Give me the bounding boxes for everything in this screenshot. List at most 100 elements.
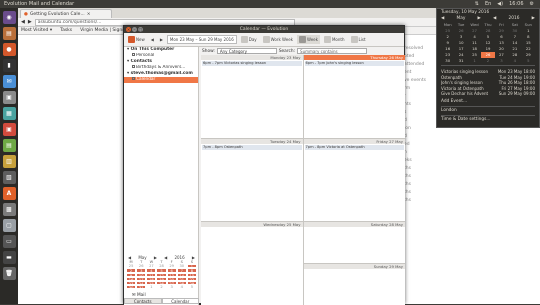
list-icon <box>350 36 358 43</box>
page-list-item: d <box>404 118 407 123</box>
app15-launcher-icon[interactable]: ▭ <box>2 235 16 248</box>
day-header: Wednesday 25 May <box>201 222 303 228</box>
firefox-launcher-icon[interactable]: ● <box>2 43 16 56</box>
app7-launcher-icon[interactable]: ▦ <box>2 107 16 120</box>
calendar-source-label: Personal <box>136 53 155 58</box>
trash-launcher-icon[interactable]: 🗑 <box>2 267 16 280</box>
calendar-event[interactable]: 6pm - 7pm John's singing lesson <box>304 61 404 66</box>
bookmark-1[interactable]: Tasks <box>60 28 72 33</box>
app12-launcher-icon[interactable]: A <box>2 187 16 200</box>
volume-icon[interactable]: ◀) <box>497 1 503 7</box>
day-header: Saturday 28 May <box>303 222 405 228</box>
app9-launcher-icon[interactable]: ▤ <box>2 139 16 152</box>
new-button[interactable]: New <box>126 35 147 44</box>
category-select[interactable]: Any Category <box>216 48 277 54</box>
page-list-item: ths <box>404 190 411 195</box>
app13-launcher-icon[interactable]: ▩ <box>2 203 16 216</box>
files-launcher-icon[interactable]: ▤ <box>2 27 16 40</box>
calendar-checkbox[interactable] <box>132 65 135 68</box>
keyboard-icon[interactable]: En <box>485 1 491 7</box>
day-cell[interactable]: Saturday 28 May <box>303 222 405 264</box>
indicator-day[interactable]: 1 <box>468 58 481 64</box>
calendar-tab[interactable]: Calendar <box>161 298 199 304</box>
calendar-group-label: steve.thomas@gmail.com <box>130 71 193 76</box>
location-item: London <box>441 107 457 113</box>
calendar-group-label: Contacts <box>130 59 152 64</box>
day-cell[interactable]: Monday 23 May 6pm - 7pm Victorias singing… <box>201 55 303 138</box>
terminal-launcher-icon[interactable]: ▮ <box>2 59 16 72</box>
indicator-event-name: Give Dechar his Advent <box>441 91 489 96</box>
app6-launcher-icon[interactable]: ▣ <box>2 91 16 104</box>
network-icon[interactable]: ⇅ <box>475 1 479 7</box>
mini-cal-day[interactable]: 2 <box>156 285 166 289</box>
close-window-icon[interactable]: × <box>126 27 131 32</box>
mini-cal-day[interactable]: 5 <box>187 285 197 289</box>
close-icon[interactable]: × <box>87 12 91 17</box>
page-list-item: rm <box>404 86 411 91</box>
show-label: Show: <box>202 48 215 54</box>
forward-button[interactable]: ▶ <box>158 36 165 43</box>
month-button[interactable]: Month <box>322 35 347 44</box>
search-input[interactable]: Summary contains <box>297 48 368 54</box>
indicator-event-item[interactable]: Give Dechar his Advent Sun 29 May 09:00 <box>441 91 535 97</box>
browser-tab[interactable]: ● Getting Evolution Cale... × <box>20 9 112 18</box>
list-button[interactable]: List <box>349 35 368 44</box>
indicator-day[interactable]: 3 <box>495 58 508 64</box>
evolution-title: Calendar — Evolution <box>239 27 289 32</box>
mini-cal-day[interactable]: 30 <box>126 285 137 290</box>
page-list-item: r <box>404 93 440 101</box>
mini-cal-day[interactable]: 3 <box>167 285 177 289</box>
app16-launcher-icon[interactable]: ▬ <box>2 251 16 264</box>
page-list-item: d <box>404 134 407 139</box>
calendar-event[interactable]: 6pm - 7pm Victorias singing lesson <box>202 61 302 66</box>
bookmark-0[interactable]: Most Visited ▾ <box>21 28 52 33</box>
work-week-button[interactable]: Work Week <box>261 35 295 44</box>
maximize-icon[interactable]: □ <box>138 27 143 32</box>
forward-icon[interactable]: ▶ <box>28 19 32 25</box>
day-cell[interactable]: Tuesday 24 May 7pm - 8pm Ostenpath <box>201 138 303 222</box>
day-label: Day <box>248 37 257 42</box>
contacts-tab[interactable]: Contacts <box>124 298 162 304</box>
indicator-day[interactable]: 30 <box>441 58 454 64</box>
indicator-day[interactable]: 4 <box>508 58 521 64</box>
app8-launcher-icon[interactable]: ▣ <box>2 123 16 136</box>
day-cell[interactable]: Sunday 29 May <box>303 264 405 305</box>
calendar-checkbox[interactable] <box>132 77 135 80</box>
clock[interactable]: 16:06 <box>509 1 523 7</box>
minimize-icon[interactable]: – <box>132 27 137 32</box>
indicator-day[interactable]: 2 <box>481 58 494 64</box>
favicon-icon: ● <box>24 11 28 17</box>
dash-launcher-icon[interactable]: ◉ <box>2 11 16 24</box>
day-view-button[interactable]: Day <box>239 35 259 44</box>
new-label: New <box>136 37 145 42</box>
back-button[interactable]: ◀ <box>149 36 156 43</box>
time-date-settings-item[interactable]: Time & Date settings... <box>437 117 539 123</box>
calendar-event[interactable]: 7pm - 8pm Victoria at Ostenpath <box>304 144 404 150</box>
indicator-day[interactable]: 31 <box>454 58 467 64</box>
day-cell[interactable]: Wednesday 25 May <box>201 222 303 305</box>
app10-launcher-icon[interactable]: ▥ <box>2 155 16 168</box>
app11-launcher-icon[interactable]: ▧ <box>2 171 16 184</box>
app14-launcher-icon[interactable]: ▢ <box>2 219 16 232</box>
indicator-date: Tuesday, 10 May 2016 <box>441 10 490 15</box>
gear-icon[interactable]: ⚙ <box>530 1 534 7</box>
add-event-item[interactable]: Add Event... <box>437 99 539 105</box>
separator <box>441 114 535 116</box>
calendar-source-item[interactable]: Calendar <box>124 77 198 83</box>
calendar-event[interactable]: 7pm - 8pm Ostenpath <box>202 144 302 150</box>
indicator-day[interactable]: 5 <box>522 58 535 64</box>
mini-cal-day[interactable]: 1 <box>146 285 156 289</box>
evolution-launcher-icon[interactable]: ✉ <box>2 75 16 88</box>
page-list-item: s <box>404 110 407 115</box>
calendar-source-label: Calendar <box>136 77 156 82</box>
calendar-checkbox[interactable] <box>132 53 135 56</box>
back-icon[interactable]: ◀ <box>21 19 25 25</box>
mini-cal-day[interactable]: 31 <box>136 285 147 290</box>
new-icon <box>128 36 135 43</box>
work-week-label: Work Week <box>270 37 293 42</box>
day-cell[interactable]: Friday 27 May 7pm - 8pm Victoria at Osten… <box>303 138 405 222</box>
day-cell[interactable]: Thursday 26 May 6pm - 7pm John's singing … <box>303 55 405 138</box>
week-button[interactable]: Week <box>297 35 320 44</box>
mini-cal-day[interactable]: 4 <box>177 285 187 289</box>
page-list-item: pted <box>404 54 415 59</box>
